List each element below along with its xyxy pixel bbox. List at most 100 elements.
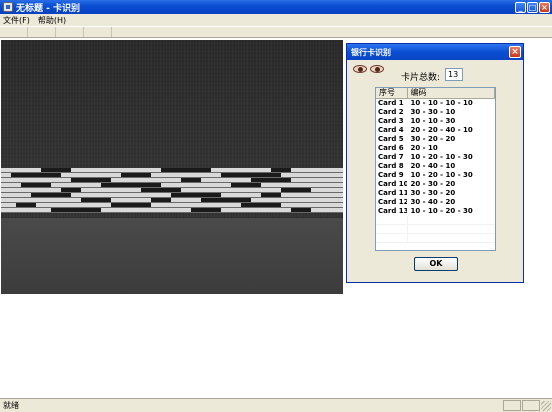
card-code: 30 - 30 - 20 [410, 189, 456, 197]
toolbar-slot [56, 27, 84, 37]
card-index: Card 1 [378, 99, 404, 107]
list-item[interactable]: Card 6 20 - 10 [376, 144, 495, 153]
status-text: 就绪 [3, 401, 19, 410]
list-item[interactable]: Card 3 10 - 10 - 30 [376, 117, 495, 126]
left-eye-icon [353, 65, 367, 73]
empty-row [376, 234, 495, 243]
card-index: Card 11 [378, 189, 408, 197]
card-code: 10 - 10 - 20 - 30 [410, 207, 473, 215]
card-code: 30 - 20 - 20 [410, 135, 456, 143]
image-surface [1, 218, 343, 294]
menu-file[interactable]: 文件(F) [3, 15, 30, 26]
code-mark [111, 203, 151, 207]
card-index: Card 5 [378, 135, 404, 143]
window-title: 无标题 - 卡识别 [16, 3, 81, 14]
card-index: Card 7 [378, 153, 404, 161]
toolbar-slot [28, 27, 56, 37]
list-header: 序号 编码 [376, 88, 495, 99]
column-header-code[interactable]: 编码 [408, 88, 495, 98]
card-code: 10 - 20 - 10 - 30 [410, 153, 473, 161]
card-code: 20 - 10 [410, 144, 438, 152]
code-mark [61, 188, 81, 192]
card-code-list[interactable]: 序号 编码 Card 1 10 - 10 - 10 - 10 Card 2 30 - … [375, 87, 496, 251]
list-rows: Card 1 10 - 10 - 10 - 10 Card 2 30 - 30 - 1… [376, 99, 495, 243]
list-item[interactable]: Card 4 20 - 20 - 40 - 10 [376, 126, 495, 135]
code-mark [81, 198, 111, 202]
card-stack-image [1, 40, 343, 294]
card-count-label: 卡片总数: [401, 73, 441, 83]
list-item[interactable]: Card 12 30 - 40 - 20 [376, 198, 495, 207]
list-item[interactable]: Card 7 10 - 20 - 10 - 30 [376, 153, 495, 162]
card-index: Card 9 [378, 171, 404, 179]
list-item[interactable]: Card 5 30 - 20 - 20 [376, 135, 495, 144]
card-index: Card 6 [378, 144, 404, 152]
code-mark [181, 178, 201, 182]
code-mark [251, 178, 291, 182]
app-icon [3, 2, 13, 12]
dialog-title: 银行卡识别 [351, 47, 391, 57]
code-mark [231, 183, 261, 187]
column-header-index[interactable]: 序号 [376, 88, 408, 98]
status-pane [503, 400, 521, 411]
card-code: 10 - 10 - 30 [410, 117, 456, 125]
list-item[interactable]: Card 1 10 - 10 - 10 - 10 [376, 99, 495, 108]
resize-grip-icon[interactable] [541, 400, 551, 411]
card-code: 20 - 30 - 20 [410, 180, 456, 188]
code-mark [241, 203, 281, 207]
window-title-bar: 无标题 - 卡识别 _ □ × [0, 0, 552, 14]
status-bar: 就绪 [0, 398, 552, 412]
code-mark [161, 168, 211, 172]
card-code: 10 - 10 - 10 - 10 [410, 99, 473, 107]
card-index: Card 12 [378, 198, 408, 206]
list-item[interactable]: Card 8 20 - 40 - 10 [376, 162, 495, 171]
code-mark [121, 173, 151, 177]
code-mark [31, 193, 71, 197]
card-index: Card 2 [378, 108, 404, 116]
empty-row [376, 216, 495, 225]
card-stack [1, 168, 343, 213]
status-pane [522, 400, 540, 411]
code-mark [21, 183, 51, 187]
eyes-icon [351, 63, 385, 75]
card-code: 10 - 20 - 10 - 30 [410, 171, 473, 179]
card-index: Card 4 [378, 126, 404, 134]
card-code: 20 - 20 - 40 - 10 [410, 126, 473, 134]
card-code: 30 - 40 - 20 [410, 198, 456, 206]
list-item[interactable]: Card 10 20 - 30 - 20 [376, 180, 495, 189]
empty-cell [376, 225, 408, 233]
code-mark [291, 208, 311, 212]
empty-cell [376, 234, 408, 242]
code-mark [271, 168, 291, 172]
list-item[interactable]: Card 13 10 - 10 - 20 - 30 [376, 207, 495, 216]
right-eye-icon [370, 65, 384, 73]
list-item[interactable]: Card 9 10 - 20 - 10 - 30 [376, 171, 495, 180]
card-edge [1, 208, 343, 213]
empty-cell [376, 216, 408, 224]
card-index: Card 13 [378, 207, 408, 215]
code-mark [16, 203, 36, 207]
code-mark [281, 188, 311, 192]
menu-help[interactable]: 帮助(H) [38, 15, 66, 26]
code-mark [141, 188, 181, 192]
dialog-close-button[interactable]: × [509, 46, 521, 58]
card-index: Card 10 [378, 180, 408, 188]
toolbar-slot [84, 27, 112, 37]
toolbar-slot [0, 27, 28, 37]
ok-button[interactable]: OK [414, 257, 458, 271]
empty-row [376, 225, 495, 234]
code-mark [201, 198, 251, 202]
maximize-button[interactable]: □ [527, 1, 538, 13]
minimize-button[interactable]: _ [515, 1, 526, 13]
code-mark [191, 208, 221, 212]
list-item[interactable]: Card 11 30 - 30 - 20 [376, 189, 495, 198]
code-mark [11, 173, 61, 177]
close-button[interactable]: × [539, 1, 550, 13]
code-mark [41, 168, 71, 172]
card-code: 30 - 30 - 10 [410, 108, 456, 116]
code-mark [71, 178, 111, 182]
list-item[interactable]: Card 2 30 - 30 - 10 [376, 108, 495, 117]
code-mark [261, 193, 281, 197]
menu-bar: 文件(F) 帮助(H) [0, 14, 552, 26]
card-count-field[interactable]: 13 [445, 68, 463, 81]
code-mark [151, 198, 171, 202]
